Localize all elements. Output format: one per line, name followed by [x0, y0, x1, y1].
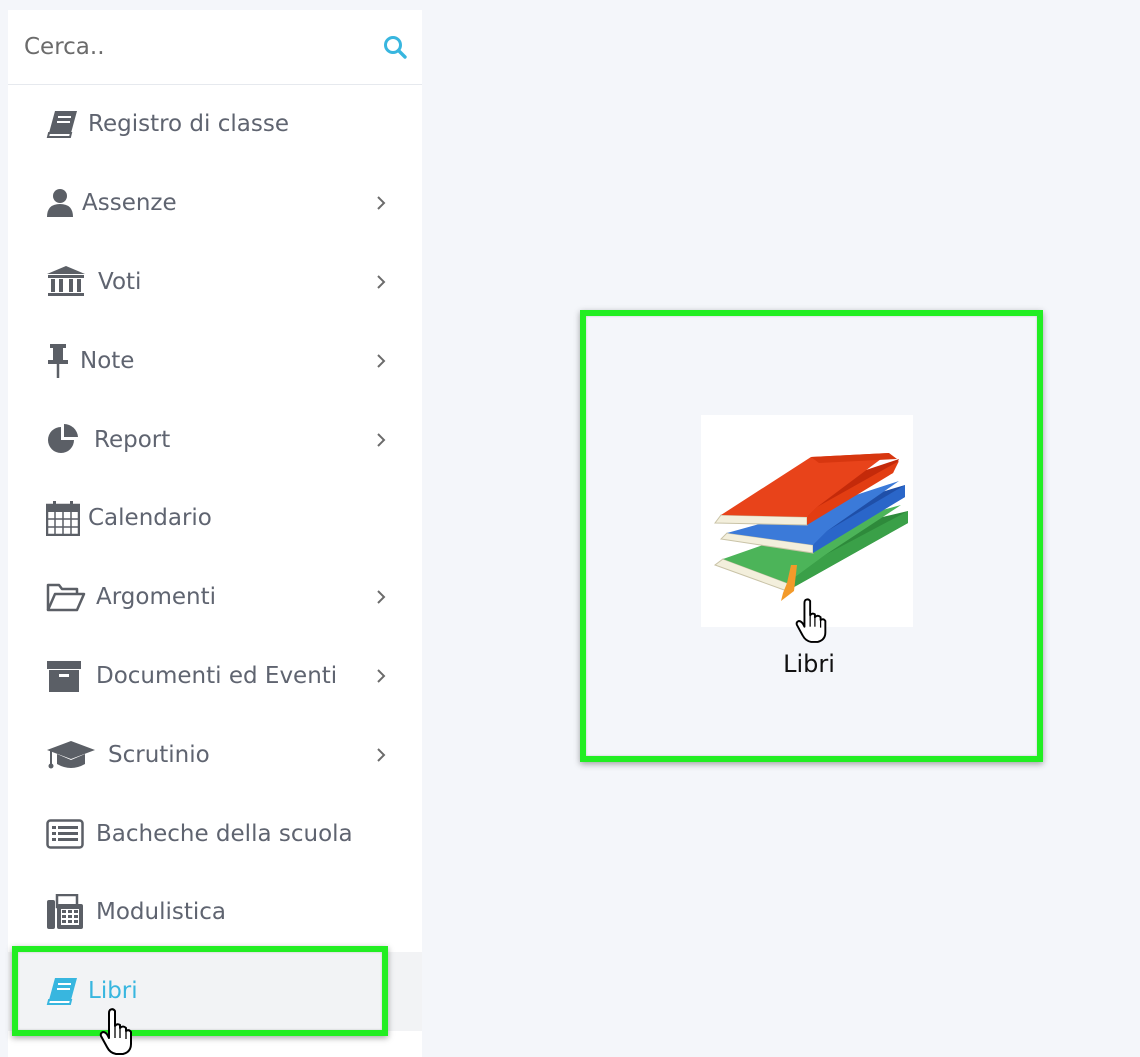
search-bar — [8, 10, 422, 85]
pie-chart-icon — [46, 423, 88, 457]
archive-icon — [46, 659, 90, 693]
institution-icon — [46, 265, 92, 299]
sidebar-menu: Registro di classe Assenze Voti Note Rep… — [8, 85, 422, 1031]
chevron-right-icon — [377, 669, 386, 683]
chevron-right-icon — [377, 748, 386, 762]
sidebar-item-label: Scrutinio — [108, 741, 210, 768]
chevron-right-icon — [377, 354, 386, 368]
folder-open-icon — [46, 580, 90, 614]
pushpin-icon — [46, 343, 74, 378]
user-icon — [46, 186, 76, 220]
libri-tile-label: Libri — [783, 650, 835, 678]
sidebar-item-label: Assenze — [82, 190, 177, 217]
list-alt-icon — [46, 817, 90, 851]
sidebar-item-label: Report — [94, 426, 171, 453]
sidebar-item-bacheche-della-scuola[interactable]: Bacheche della scuola — [8, 794, 422, 873]
sidebar-item-label: Voti — [98, 268, 142, 295]
chevron-right-icon — [377, 196, 386, 210]
calendar-icon — [46, 501, 82, 537]
hand-cursor-icon — [795, 598, 827, 643]
sidebar-item-scrutinio[interactable]: Scrutinio — [8, 715, 422, 794]
sidebar-item-label: Bacheche della scuola — [96, 820, 353, 847]
sidebar-item-calendario[interactable]: Calendario — [8, 479, 422, 558]
search-icon[interactable] — [382, 34, 408, 60]
sidebar-item-label: Note — [80, 347, 135, 374]
chevron-right-icon — [377, 275, 386, 289]
sidebar-item-assenze[interactable]: Assenze — [8, 164, 422, 243]
sidebar: Registro di classe Assenze — [8, 10, 422, 1057]
fax-icon — [46, 894, 90, 930]
chevron-right-icon — [377, 432, 386, 447]
sidebar-item-documenti-ed-eventi[interactable]: Documenti ed Eventi — [8, 637, 422, 716]
book-icon — [46, 107, 82, 141]
sidebar-item-modulistica[interactable]: Modulistica — [8, 873, 422, 952]
chevron-right-icon — [377, 590, 386, 604]
sidebar-item-argomenti[interactable]: Argomenti — [8, 558, 422, 637]
graduation-cap-icon — [46, 738, 102, 772]
sidebar-item-label: Argomenti — [96, 584, 216, 611]
libri-tile-button[interactable] — [701, 415, 913, 627]
sidebar-item-label: Documenti ed Eventi — [96, 662, 338, 689]
sidebar-item-note[interactable]: Note — [8, 321, 422, 400]
sidebar-item-voti[interactable]: Voti — [8, 243, 422, 322]
page: Registro di classe Assenze — [0, 0, 1140, 1057]
search-input[interactable] — [8, 10, 422, 84]
books-stack-icon — [713, 453, 908, 601]
sidebar-item-label: Modulistica — [96, 899, 227, 926]
highlight-box-sidebar — [12, 946, 388, 1036]
sidebar-item-registro-di-classe[interactable]: Registro di classe — [8, 85, 422, 164]
hand-cursor-icon — [99, 1008, 132, 1055]
sidebar-item-report[interactable]: Report — [8, 400, 422, 479]
sidebar-item-label: Calendario — [88, 505, 212, 532]
sidebar-item-label: Registro di classe — [88, 111, 289, 138]
